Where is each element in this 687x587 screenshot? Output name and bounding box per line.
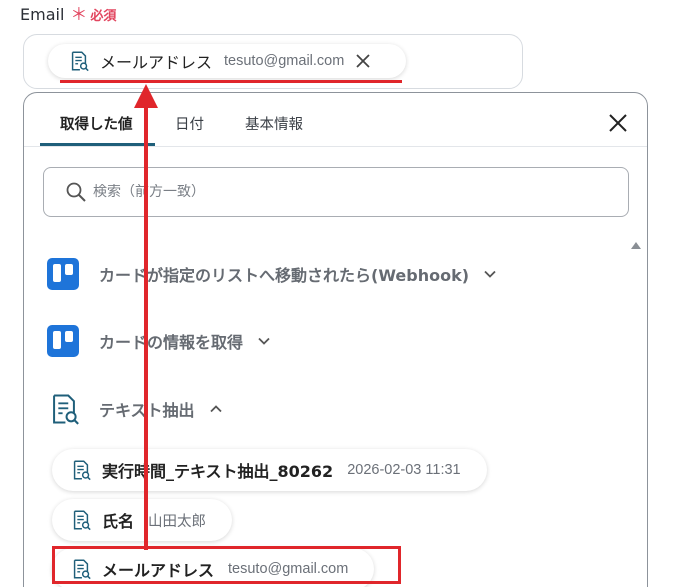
item-label: 氏名 <box>102 512 135 531</box>
picker-tabs: 取得した値 日付 基本情報 <box>24 93 647 147</box>
tab-basic-info[interactable]: 基本情報 <box>245 113 303 134</box>
item-value: 山田太郎 <box>148 513 207 530</box>
section-get-card-info[interactable]: カードの情報を取得 <box>47 325 271 357</box>
item-label: 実行時間_テキスト抽出_80262 <box>102 462 334 481</box>
list-item[interactable]: メールアドレス tesuto@gmail.com <box>52 548 375 587</box>
close-icon[interactable] <box>607 112 629 134</box>
required-label: 必須 <box>90 9 117 24</box>
trello-icon <box>47 325 79 357</box>
scroll-up-arrow-icon[interactable] <box>631 242 641 249</box>
document-search-icon <box>73 559 91 580</box>
item-value: 2026-02-03 11:31 <box>347 462 461 478</box>
chip-label: メールアドレス <box>100 53 213 72</box>
chevron-up-icon <box>209 405 222 413</box>
section-label: テキスト抽出 <box>99 401 195 420</box>
item-label: メールアドレス <box>102 561 215 580</box>
active-tab-indicator <box>40 143 155 146</box>
selected-value-chip[interactable]: メールアドレス tesuto@gmail.com <box>48 44 406 78</box>
tab-retrieved-values[interactable]: 取得した値 <box>60 113 133 134</box>
document-search-icon <box>53 394 79 425</box>
value-picker-panel: 取得した値 日付 基本情報 カードが指定のリストへ移動されたら(Webhook) <box>23 92 648 587</box>
section-card-moved-webhook[interactable]: カードが指定のリストへ移動されたら(Webhook) <box>47 258 497 290</box>
tab-date[interactable]: 日付 <box>175 113 204 134</box>
required-asterisk: ＊ <box>70 5 88 25</box>
annotation-arrow-head <box>134 84 158 108</box>
document-search-icon <box>73 510 91 531</box>
search-icon <box>66 182 86 202</box>
chevron-down-icon <box>258 337 270 345</box>
section-label: カードが指定のリストへ移動されたら(Webhook) <box>99 266 470 285</box>
search-box <box>43 167 629 217</box>
field-label-text: Email <box>20 5 65 24</box>
trello-icon <box>47 258 79 290</box>
chip-value: tesuto@gmail.com <box>224 53 345 69</box>
document-search-icon <box>71 51 89 72</box>
search-input[interactable] <box>93 184 573 200</box>
email-field-label: Email ＊必須 <box>20 0 116 25</box>
section-text-extraction[interactable]: テキスト抽出 <box>47 391 223 427</box>
list-item[interactable]: 氏名 山田太郎 <box>52 499 233 541</box>
item-value: tesuto@gmail.com <box>228 561 349 577</box>
close-icon[interactable] <box>354 52 372 70</box>
document-search-icon <box>73 460 91 481</box>
chevron-down-icon <box>484 270 496 278</box>
section-label: カードの情報を取得 <box>99 333 244 352</box>
list-item[interactable]: 実行時間_テキスト抽出_80262 2026-02-03 11:31 <box>52 449 487 491</box>
